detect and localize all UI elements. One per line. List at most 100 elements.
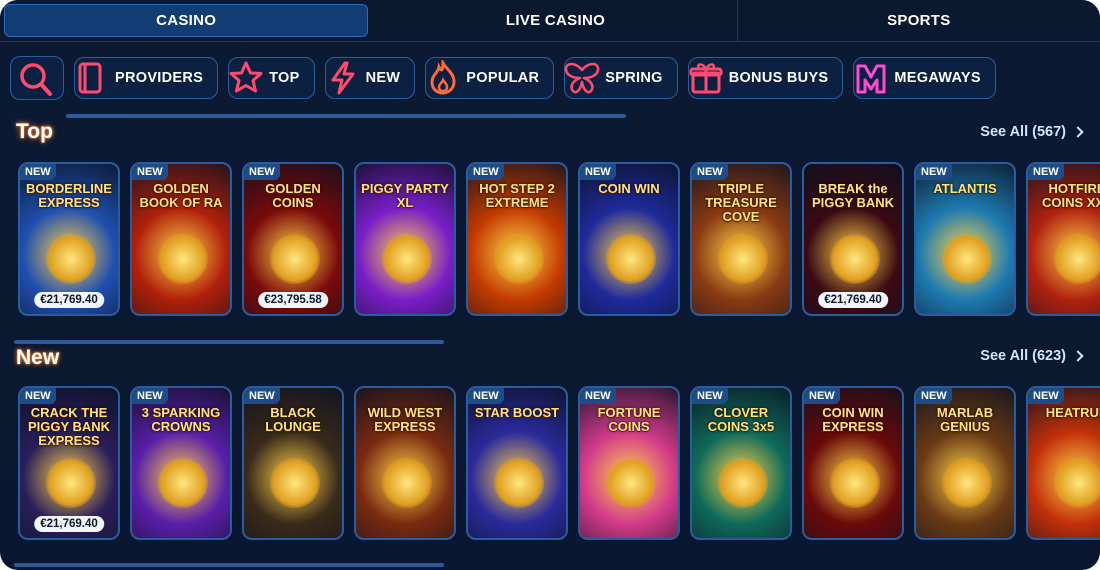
chevron-right-icon [1072,350,1084,362]
new-badge: NEW [580,388,616,404]
game-art [382,234,432,284]
new-row-scrollbar[interactable] [14,563,444,567]
game-title: FORTUNE COINS [597,405,661,434]
category-providers[interactable]: PROVIDERS [74,57,219,99]
game-title: HEATRUN [1045,405,1100,420]
chevron-right-icon [1072,126,1084,138]
game-art [830,234,880,284]
category-bonus-buys[interactable]: BONUS BUYS [687,57,844,99]
game-art [382,458,432,508]
new-badge: NEW [132,164,168,180]
game-title: CLOVER COINS 3x5 [707,405,775,434]
game-tile[interactable]: BORDERLINE EXPRESS NEW €21,769.40 [18,162,120,316]
new-badge: NEW [692,164,728,180]
game-art [942,234,992,284]
star-icon [223,57,269,99]
game-title: GOLDEN BOOK OF RA [139,181,223,210]
game-tile[interactable]: ATLANTIS NEW [914,162,1016,316]
game-tile[interactable]: 3 SPARKING CROWNS NEW [130,386,232,540]
game-title: WILD WEST EXPRESS [367,405,443,434]
game-tile[interactable]: MARLAB GENIUS NEW [914,386,1016,540]
game-title: HOT STEP 2 EXTREME [479,181,555,210]
gift-icon [683,57,729,99]
butterfly-icon [559,57,605,99]
game-tile[interactable]: TRIPLE TREASURE COVE NEW [690,162,792,316]
top-row-scrollbar[interactable] [14,340,444,344]
game-title: PIGGY PARTY XL [361,181,449,210]
game-art [494,234,544,284]
game-art [270,458,320,508]
category-top[interactable]: TOP [228,57,315,99]
new-badge: NEW [1028,388,1064,404]
game-tile[interactable]: GOLDEN BOOK OF RA NEW [130,162,232,316]
search-button[interactable] [10,56,64,100]
game-art [270,234,320,284]
game-title: STAR BOOST [474,405,560,420]
game-tile[interactable]: PIGGY PARTY XL [354,162,456,316]
see-all-new-link[interactable]: See All (623) [980,348,1084,364]
new-badge: NEW [132,388,168,404]
games-row-top: BORDERLINE EXPRESS NEW €21,769.40 GOLDEN BO… [18,162,1100,316]
game-tile[interactable]: HOT STEP 2 EXTREME NEW [466,162,568,316]
section-title-new: New [16,346,60,369]
game-title: 3 SPARKING CROWNS [141,405,221,434]
game-title: GOLDEN COINS [265,181,321,210]
new-badge: NEW [244,388,280,404]
game-title: MARLAB GENIUS [936,405,994,434]
game-art [606,458,656,508]
category-spring[interactable]: SPRING [564,57,678,99]
category-label: PROVIDERS [115,70,204,86]
category-scrollbar[interactable] [66,114,626,118]
category-label: MEGAWAYS [894,70,981,86]
jackpot-amount: €21,769.40 [34,516,104,532]
game-tile[interactable]: HOTFIRE COINS XXLNEW [1026,162,1100,316]
game-art [1054,458,1100,508]
jackpot-amount: €21,769.40 [34,292,104,308]
new-badge: NEW [580,164,616,180]
jackpot-amount: €21,769.40 [818,292,888,308]
search-icon [20,63,52,96]
tab-sports[interactable]: SPORTS [738,0,1100,41]
game-tile[interactable]: BLACK LOUNGE NEW [242,386,344,540]
games-row-new: CRACK THE PIGGY BANK EXPRESS NEW €21,769.4… [18,386,1100,540]
new-badge: NEW [804,388,840,404]
game-tile[interactable]: CRACK THE PIGGY BANK EXPRESS NEW €21,769.4… [18,386,120,540]
game-tile[interactable]: CLOVER COINS 3x5 NEW [690,386,792,540]
game-title: CRACK THE PIGGY BANK EXPRESS [27,405,111,448]
game-title: COIN WIN EXPRESS [822,405,884,434]
new-badge: NEW [20,388,56,404]
game-title: BORDERLINE EXPRESS [26,181,112,210]
game-tile[interactable]: BREAK the PIGGY BANK €21,769.40 [802,162,904,316]
category-label: SPRING [605,70,663,86]
game-title: HOTFIRE COINS XXL [1041,181,1100,210]
game-tile[interactable]: COIN WIN EXPRESS NEW [802,386,904,540]
category-popular[interactable]: POPULAR [425,57,555,99]
category-label: TOP [269,70,300,86]
see-all-label: See All (623) [980,348,1066,364]
flame-icon [420,57,466,99]
new-badge: NEW [468,164,504,180]
game-tile[interactable]: COIN WIN NEW [578,162,680,316]
section-title-top: Top [16,120,53,143]
game-tile[interactable]: FORTUNE COINS NEW [578,386,680,540]
game-tile[interactable]: HEATRUNNEW [1026,386,1100,540]
game-title: ATLANTIS [933,181,997,196]
category-megaways[interactable]: MEGAWAYS [853,57,996,99]
new-badge: NEW [20,164,56,180]
game-art [830,458,880,508]
new-badge: NEW [916,164,952,180]
tab-live-casino[interactable]: LIVE CASINO [374,0,738,41]
category-label: BONUS BUYS [728,70,829,86]
category-label: NEW [365,70,401,86]
game-tile[interactable]: GOLDEN COINS NEW €23,795.58 [242,162,344,316]
see-all-label: See All (567) [980,124,1066,140]
game-tile[interactable]: WILD WEST EXPRESS [354,386,456,540]
game-art [606,234,656,284]
tab-casino[interactable]: CASINO [4,4,369,37]
game-art [46,234,96,284]
game-tile[interactable]: STAR BOOST NEW [466,386,568,540]
new-badge: NEW [244,164,280,180]
category-new[interactable]: NEW [324,57,416,99]
see-all-top-link[interactable]: See All (567) [980,124,1084,140]
top-tabs: CASINO LIVE CASINO SPORTS [0,0,1100,42]
